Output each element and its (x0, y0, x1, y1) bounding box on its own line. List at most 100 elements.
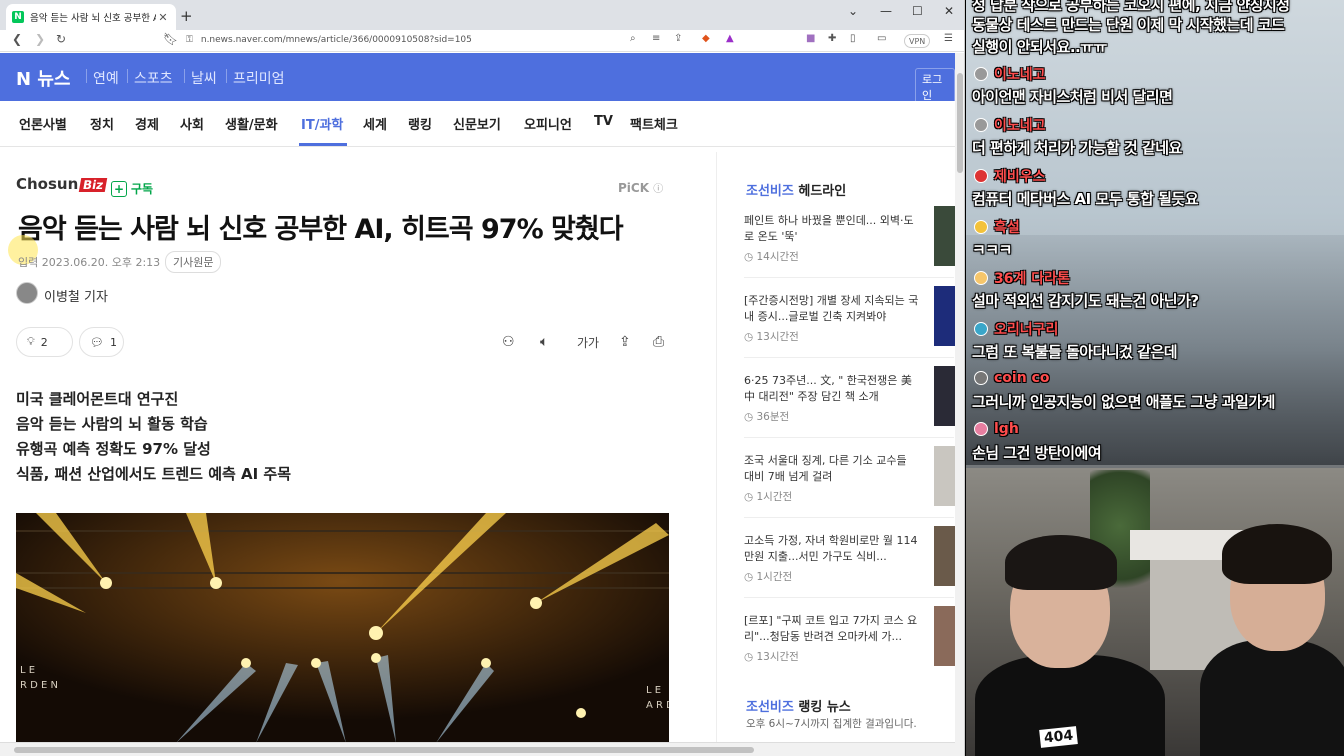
vertical-scrollbar[interactable] (955, 53, 964, 756)
chat-user-name: 36계 다라톤 (994, 271, 1070, 287)
share-icon[interactable]: ⇪ (619, 334, 631, 350)
sidebar-press: 조선비즈 (746, 700, 794, 715)
vpn-button[interactable]: VPN (904, 34, 931, 48)
sidebar-news-time: 13시간전 (756, 331, 799, 343)
section-weather[interactable]: 날씨 (191, 68, 217, 88)
chat-message: ㅋㅋㅋ (972, 241, 1012, 259)
url-field[interactable]: ⚿ n.news.naver.com/mnews/article/366/000… (186, 30, 746, 50)
brave-shield-icon[interactable]: ◆ (702, 33, 710, 44)
sidebar-news-text: 고소득 가정, 자녀 학원비로만 월 114만원 지출...서민 가구도 식비.… (744, 534, 918, 563)
clock-icon: ◷ (744, 411, 757, 423)
new-tab-icon[interactable]: + (180, 7, 193, 25)
chat-username: lgh (974, 421, 1019, 437)
chat-message: 그러니까 인공지능이 없으면 애플도 그냥 과일가게 (972, 393, 1275, 411)
scrollbar-thumb[interactable] (14, 747, 754, 753)
sidebar-news-item[interactable]: 6·25 73주년... 文, " 한국전쟁은 美中 대리전" 주장 담긴 책 … (744, 366, 955, 443)
brave-rewards-icon[interactable]: ▲ (726, 33, 734, 44)
naver-header: N 뉴스 연예 스포츠 날씨 프리미엄 로그인 (0, 53, 955, 106)
sidebar-news-item[interactable]: [주간증시전망] 개별 장세 지속되는 국내 증시...글로벌 긴축 지켜봐야 … (744, 286, 955, 363)
svg-text:L E: L E (646, 685, 661, 696)
category-nav: 언론사별 정치 경제 사회 생활/문화 IT/과학 세계 랭킹 신문보기 오피니… (0, 101, 955, 147)
section-entertain[interactable]: 연예 (93, 68, 119, 88)
subscribe-button[interactable]: + 구독 (111, 180, 153, 197)
extensions-icon[interactable]: ✚ (828, 33, 836, 44)
chat-user-name: 이노네고 (994, 118, 1046, 134)
naver-news-logo[interactable]: N 뉴스 (16, 65, 70, 91)
reporter-name[interactable]: 이병철 기자 (44, 286, 108, 305)
chat-user-name: 오리너구리 (994, 322, 1059, 338)
sidebar-news-text: 페인트 하나 바꿨을 뿐인데... 외벽·도로 온도 '뚝' (744, 214, 914, 243)
menu-icon[interactable]: ☰ (944, 33, 953, 44)
speaker-icon[interactable]: 🔈︎ (540, 334, 548, 350)
summary-bot-icon[interactable]: ⚇ (502, 334, 515, 350)
sidebar-headline-title[interactable]: 조선비즈 헤드라인 (746, 180, 846, 199)
user-icon (974, 169, 988, 183)
minimize-icon[interactable]: — (880, 4, 892, 18)
cat-economy[interactable]: 경제 (135, 114, 159, 133)
tab-close-icon[interactable]: ✕ (156, 11, 170, 24)
sidebar-news-item[interactable]: [르포] "구찌 코트 입고 7가지 코스 요리"...청담동 반려견 오마카세… (744, 606, 955, 683)
sidebar-news-item[interactable]: 고소득 가정, 자녀 학원비로만 월 114만원 지출...서민 가구도 식비.… (744, 526, 955, 603)
browser-window: N 음악 듣는 사람 뇌 신호 공부한 AI, 히트곡 97% 맞췄다 : 네이… (0, 0, 965, 756)
sidebar-news-item[interactable]: 페인트 하나 바꿨을 뿐인데... 외벽·도로 온도 '뚝' ◷ 14시간전 (744, 206, 955, 283)
wallet-icon[interactable]: ▭ (877, 33, 886, 44)
cat-ranking[interactable]: 랭킹 (408, 114, 432, 133)
cat-society[interactable]: 사회 (180, 114, 204, 133)
svg-text:A R D: A R D (646, 700, 669, 711)
sidebar-news-text: [르포] "구찌 코트 입고 7가지 코스 요리"...청담동 반려견 오마카세… (744, 614, 918, 643)
cat-press[interactable]: 언론사별 (19, 114, 67, 133)
print-icon[interactable]: ⎙ (653, 334, 664, 350)
press-logo[interactable]: Chosun Biz (16, 175, 108, 193)
section-sports[interactable]: 스포츠 (134, 68, 173, 88)
cat-tv[interactable]: TV (594, 114, 613, 129)
reader-icon[interactable]: ≡ (652, 33, 660, 44)
cat-newspaper[interactable]: 신문보기 (453, 114, 501, 133)
zoom-icon[interactable]: ⌕ (630, 33, 636, 44)
scrollbar-thumb[interactable] (957, 73, 963, 173)
article-summary: 미국 클레어몬트대 연구진 음악 듣는 사람의 뇌 활동 학습 유행곡 예측 정… (16, 387, 291, 487)
browser-tab[interactable]: N 음악 듣는 사람 뇌 신호 공부한 AI, 히트곡 97% 맞췄다 : 네이… (6, 4, 176, 30)
horizontal-scrollbar[interactable] (0, 742, 955, 756)
reaction-button[interactable]: 💡︎ 2 (16, 327, 73, 357)
chat-username: 이노네고 (974, 64, 1046, 84)
cat-opinion[interactable]: 오피니언 (524, 114, 572, 133)
pick-badge[interactable]: PiCK ⓘ (618, 180, 663, 195)
divider (226, 69, 227, 83)
news-thumbnail (934, 366, 955, 426)
forward-icon[interactable]: ❯ (35, 32, 45, 46)
chat-message: 그럼 또 복불들 돌아다니겄 같은데 (972, 343, 1178, 361)
cat-it-science[interactable]: IT/과학 (301, 114, 343, 133)
original-article-button[interactable]: 기사원문 (165, 251, 222, 273)
cat-life[interactable]: 생활/문화 (225, 114, 278, 133)
reporter-avatar[interactable] (16, 282, 38, 304)
tab-search-icon[interactable]: ⌄ (848, 4, 858, 18)
comment-button[interactable]: 💬︎ 1 (79, 327, 124, 357)
chat-message: 더 편하게 처리가 가능할 것 같네요 (972, 139, 1182, 157)
maximize-icon[interactable]: ☐ (912, 4, 923, 18)
reload-icon[interactable]: ↻ (56, 32, 66, 46)
sidebar-ranking-title[interactable]: 조선비즈 랭킹 뉴스 (746, 696, 851, 715)
vpn-label: VPN (909, 36, 926, 46)
guest-body (1200, 640, 1344, 756)
font-size-button[interactable]: 가가 (577, 334, 599, 351)
share-icon[interactable]: ⇪ (674, 33, 682, 44)
sidebar-icon[interactable]: ▯ (850, 33, 856, 44)
section-premium[interactable]: 프리미엄 (233, 68, 285, 88)
close-window-icon[interactable]: ✕ (944, 4, 954, 18)
lock-icon: ⚿ (186, 35, 193, 45)
tab-title: 음악 듣는 사람 뇌 신호 공부한 AI, 히트곡 97% 맞췄다 : 네이버 … (30, 13, 156, 24)
back-icon[interactable]: ❮ (12, 32, 22, 46)
chat-username: 오리너구리 (974, 319, 1058, 339)
cat-politics[interactable]: 정치 (90, 114, 114, 133)
article-photo-concert[interactable]: L E R D E N L E A R D (16, 513, 669, 742)
summary-line: 유행곡 예측 정확도 97% 달성 (16, 440, 211, 458)
chat-username: 흑설 (974, 217, 1020, 237)
extension-m-icon[interactable]: ■ (806, 33, 815, 44)
user-icon (974, 322, 988, 336)
chat-message: 정 답분 작으로 공부하는 코오시 편에, 지금 얀징지정 (972, 0, 1290, 14)
sidebar-news-item[interactable]: 조국 서울대 징계, 다른 기소 교수들 대비 7배 넘게 걸려 ◷ 1시간전 (744, 446, 955, 523)
comment-count: 1 (109, 335, 117, 349)
bookmark-icon[interactable]: 🔖︎ (163, 32, 178, 46)
cat-world[interactable]: 세계 (363, 114, 387, 133)
cat-factcheck[interactable]: 팩트체크 (630, 114, 678, 133)
